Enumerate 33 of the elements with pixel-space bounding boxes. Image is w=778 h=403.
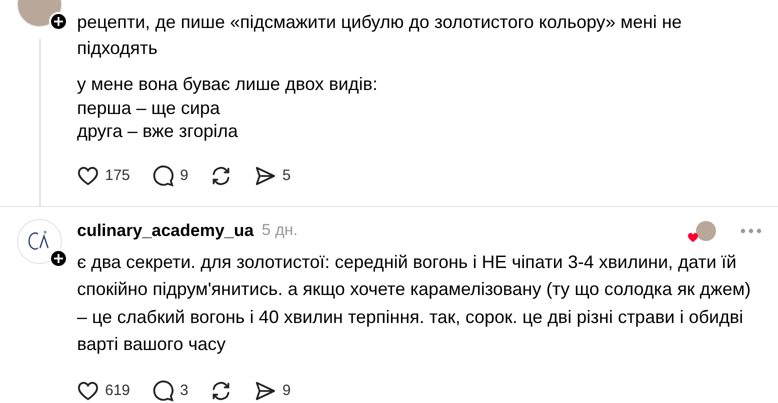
heart-icon (77, 380, 99, 400)
like-button[interactable]: 175 (77, 166, 130, 186)
count: 3 (180, 382, 188, 399)
reply-button[interactable]: 9 (152, 164, 188, 186)
like-button[interactable]: 619 (77, 380, 130, 400)
repost-icon (210, 164, 232, 186)
post-text: рецепти, де пише «підсмажити цибулю до золотистого кольору» мені не підходять (77, 11, 683, 60)
reply-button[interactable]: 3 (152, 380, 188, 402)
logo-icon (28, 230, 52, 252)
post-time: 5 дн. (262, 222, 298, 240)
count: 619 (105, 382, 130, 399)
send-icon (254, 166, 276, 186)
heart-icon (77, 166, 99, 186)
repost-button[interactable] (210, 380, 232, 402)
plus-icon (54, 17, 63, 26)
post-text: у мене вона буває лише двох видів: перша – ще сира друга – вже згоріла (77, 73, 378, 143)
more-icon[interactable] (740, 228, 762, 234)
username[interactable]: culinary_academy_ua (77, 220, 254, 240)
repost-button[interactable] (210, 164, 232, 186)
reply-icon (152, 164, 174, 186)
count: 9 (180, 167, 188, 184)
share-button[interactable]: 9 (254, 380, 291, 400)
count: 5 (282, 167, 291, 184)
plus-icon (54, 254, 63, 262)
repost-icon (210, 380, 232, 402)
post-text: є два секрети. для золотистої: середній вогонь і НЕ чіпати 3-4 хвилини, дати їй спокійно підрум'янитись. а якщо хочете карамелізовану (ту що солодка як джем) – це слабкий вогонь і 40 хвилин терпіння. так, сорок. це дві різні страви і обидві варті вашого часу (77, 250, 752, 356)
heart-icon (687, 232, 699, 242)
count: 175 (105, 167, 130, 184)
send-icon (254, 380, 276, 400)
reply-icon (152, 380, 174, 402)
count: 9 (282, 382, 291, 399)
logo-avatar[interactable] (17, 218, 62, 264)
share-button[interactable]: 5 (254, 166, 291, 186)
